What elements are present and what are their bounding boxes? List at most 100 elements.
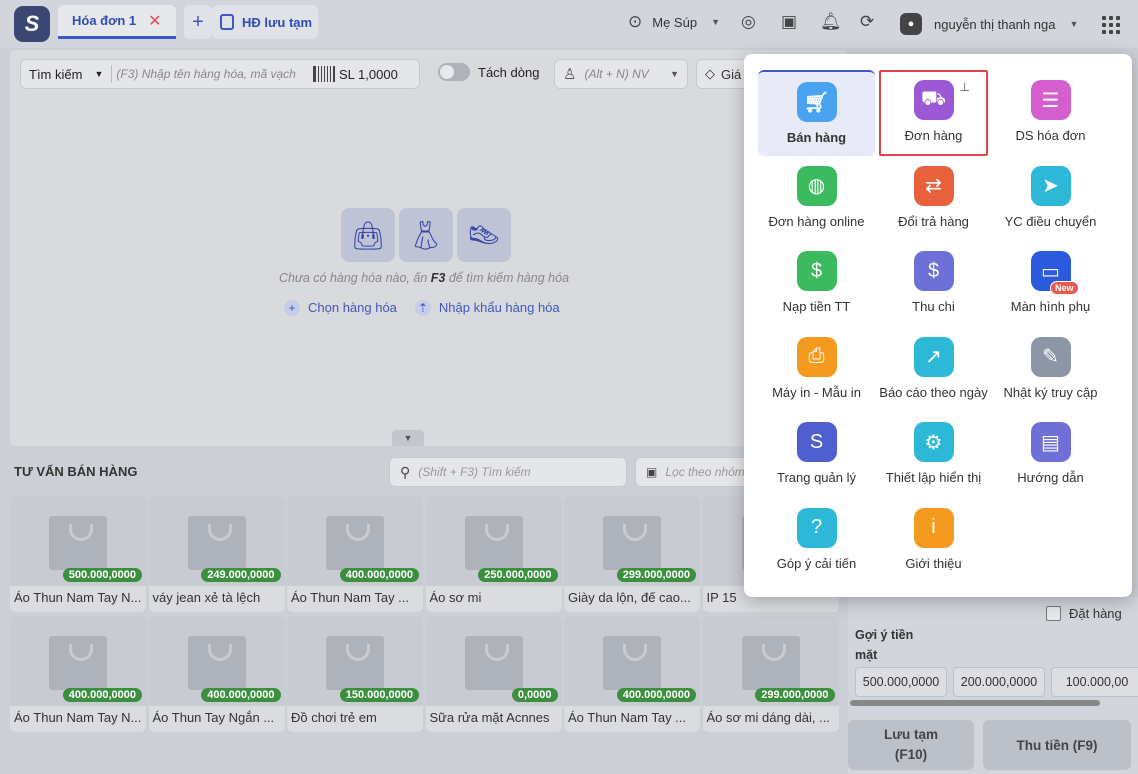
bell-icon[interactable]: 🔔︎ [820, 12, 842, 32]
user-name: nguyễn thị thanh nga [934, 16, 1056, 32]
user-menu[interactable]: ● nguyễn thị thanh nga ▼ [900, 13, 1078, 35]
staff-placeholder: (Alt + N) NV [584, 67, 649, 81]
menu-item-gear[interactable]: ⚙ Thiết lập hiển thị [875, 412, 992, 498]
product-card[interactable]: 249.000,0000 váy jean xẻ tà lệch [148, 496, 285, 612]
checkbox[interactable] [1046, 606, 1061, 621]
messenger-icon[interactable]: ◎ [741, 12, 756, 32]
bag-icon [187, 636, 246, 690]
barcode-icon[interactable] [313, 66, 335, 82]
menu-item-report[interactable]: ↗ Báo cáo theo ngày [875, 327, 992, 413]
screen-icon: ▭ New [1030, 251, 1079, 295]
sync-icon[interactable]: ⟳ [860, 12, 874, 32]
empty-illustration: 👜︎ 👗︎ 👟︎ [341, 208, 511, 262]
menu-item-label: Đơn hàng online [768, 213, 865, 229]
cash-option-button[interactable]: 100.000,00 [1051, 667, 1138, 697]
menu-item-screen[interactable]: ▭ New Màn hình phụ [992, 241, 1109, 327]
suggest-title: TƯ VẤN BÁN HÀNG [14, 464, 138, 479]
product-card[interactable]: 400.000,0000 Áo Thun Nam Tay ... [564, 616, 700, 732]
menu-item-cart[interactable]: 🛒︎ Bán hàng [758, 70, 875, 156]
product-card[interactable]: 500.000,0000 Áo Thun Nam Tay N... [10, 496, 146, 612]
menu-item-label: Đơn hàng [904, 128, 963, 143]
menu-item-transfer[interactable]: ➤ YC điều chuyển [992, 156, 1109, 242]
menu-item-log[interactable]: ✎ Nhật ký truy cập [992, 327, 1109, 413]
cash-suggestions: 500.000,0000 200.000,0000 100.000,00 [855, 667, 1138, 697]
product-card[interactable]: 299.000,0000 Giày da lộn, đế cao... [564, 496, 700, 612]
price-badge: 500.000,0000 [62, 568, 142, 582]
product-name: Áo sơ mi dáng dài, ... [702, 706, 839, 732]
search-input[interactable]: (F3) Nhập tên hàng hóa, mã vạch [112, 67, 309, 81]
bag-icon [326, 516, 384, 570]
search-mode-select[interactable]: Tìm kiếm ▼ [21, 65, 113, 83]
price-badge: 400.000,0000 [339, 568, 419, 582]
product-name: Áo Thun Nam Tay ... [564, 706, 700, 732]
chevron-down-icon: ▼ [94, 69, 104, 79]
apps-grid-icon[interactable] [1102, 16, 1120, 34]
menu-item-printer[interactable]: ⎙ Máy in - Mẫu in [758, 327, 875, 413]
dollar-icon: $ [913, 251, 954, 291]
truck-icon: ⛟ [913, 80, 954, 120]
transfer-icon: ➤ [1030, 165, 1071, 206]
product-card[interactable]: 299.000,0000 Áo sơ mi dáng dài, ... [702, 616, 839, 732]
toggle-switch[interactable] [438, 63, 470, 81]
pay-button[interactable]: Thu tiền (F9) [983, 720, 1131, 770]
tab-invoice-1[interactable]: Hóa đơn 1 ✕ [58, 5, 176, 39]
menu-item-book[interactable]: ▤ Hướng dẫn [992, 412, 1109, 498]
menu-item-document[interactable]: ☰ DS hóa đơn [992, 70, 1109, 156]
product-card[interactable]: 400.000,0000 Áo Thun Tay Ngắn ... [148, 616, 285, 732]
bag-icon [464, 516, 523, 570]
product-card[interactable]: 150.000,0000 Đồ chơi trẻ em [287, 616, 423, 732]
admin-icon: S [796, 422, 837, 462]
menu-item-globe[interactable]: ◍ Đơn hàng online [758, 156, 875, 242]
branch-selector[interactable]: ⊙ Mẹ Súp ▼ [628, 12, 720, 32]
menu-item-info[interactable]: i Giới thiệu [875, 498, 992, 584]
menu-item-return[interactable]: ⇄ Đổi trả hàng [875, 156, 992, 242]
split-lines-toggle[interactable]: Tách dòng [438, 63, 539, 81]
price-badge: 400.000,0000 [616, 688, 696, 702]
product-card[interactable]: 250.000,0000 Áo sơ mi [425, 496, 562, 612]
menu-item-label: Thu chi [912, 299, 955, 314]
menu-item-admin[interactable]: S Trang quản lý [758, 412, 875, 498]
printer-icon: ⎙ [796, 336, 837, 377]
search-icon: ⚲ [400, 463, 411, 480]
import-products-link[interactable]: ⇡ Nhập khẩu hàng hóa [414, 300, 560, 316]
cash-option-button[interactable]: 200.000,0000 [953, 667, 1045, 697]
menu-item-truck[interactable]: ⛟ Đơn hàng ⊥ [879, 70, 988, 156]
product-card[interactable]: 400.000,0000 Áo Thun Nam Tay ... [287, 496, 423, 612]
branch-name: Mẹ Súp [652, 14, 698, 30]
tab-saved-invoices[interactable]: HĐ lưu tạm [212, 5, 318, 39]
suggest-search-input[interactable]: ⚲ (Shift + F3) Tìm kiếm [389, 457, 627, 487]
category-filter[interactable]: ▣ Lọc theo nhóm [635, 457, 755, 487]
staff-select[interactable]: ♙ (Alt + N) NV ▼ [554, 59, 688, 89]
bag-icon [49, 516, 107, 570]
app-logo[interactable]: S [14, 6, 50, 42]
close-icon[interactable]: ✕ [148, 11, 161, 31]
menu-item-help[interactable]: ? Góp ý cải tiến [758, 498, 875, 584]
cash-option-button[interactable]: 500.000,0000 [855, 667, 947, 697]
product-search[interactable]: Tìm kiếm ▼ (F3) Nhập tên hàng hóa, mã vạ… [20, 59, 420, 89]
info-icon: i [913, 507, 954, 548]
price-label: Giá [721, 66, 742, 82]
price-badge: 249.000,0000 [201, 568, 281, 582]
product-card[interactable]: 400.000,0000 Áo Thun Nam Tay N... [10, 616, 146, 732]
menu-item-label: Thiết lập hiển thị [885, 470, 982, 485]
order-checkbox[interactable]: Đặt hàng [1046, 606, 1122, 621]
menu-item-dollar[interactable]: $ Thu chi [875, 241, 992, 327]
choose-products-link[interactable]: + Chọn hàng hóa [284, 300, 397, 316]
scrollbar[interactable] [850, 700, 1100, 706]
bag-icon [464, 636, 523, 690]
product-name: Đồ chơi trẻ em [287, 706, 423, 732]
plus-icon: + [284, 300, 300, 316]
product-card[interactable]: 0,0000 Sữa rửa mặt Acnnes [425, 616, 562, 732]
monitor-icon[interactable]: ▣ [781, 12, 797, 32]
pin-icon[interactable]: ⊥ [960, 80, 970, 94]
tab-label: Hóa đơn 1 [72, 13, 137, 28]
save-draft-button[interactable]: Lưu tạm (F10) [848, 720, 974, 770]
menu-item-topup[interactable]: $ Nạp tiền TT [758, 241, 875, 327]
product-name: Sữa rửa mặt Acnnes [425, 706, 562, 732]
add-tab-button[interactable]: + [184, 5, 212, 39]
return-icon: ⇄ [913, 165, 954, 206]
collapse-toggle[interactable]: ▼ [392, 430, 424, 446]
box-icon: ▣ [646, 465, 658, 479]
topup-icon: $ [796, 251, 837, 291]
quantity-input[interactable]: SL 1,0000 [339, 67, 419, 82]
